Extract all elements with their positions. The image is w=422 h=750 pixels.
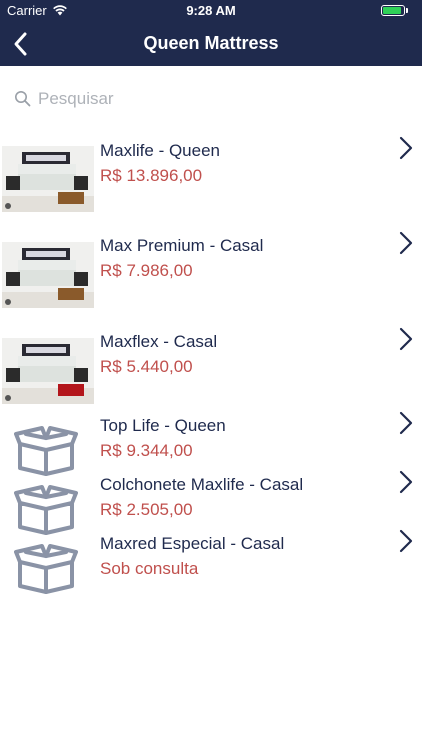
chevron-right-icon[interactable] xyxy=(398,230,414,256)
product-name: Colchonete Maxlife - Casal xyxy=(100,475,304,494)
chevron-right-icon[interactable] xyxy=(398,410,414,436)
product-price: R$ 9.344,00 xyxy=(100,441,193,460)
rug xyxy=(58,192,84,204)
list-item[interactable]: Maxred Especial - Casal Sob consulta xyxy=(0,529,422,594)
product-name: Maxlife - Queen xyxy=(100,141,220,160)
rug xyxy=(58,384,84,396)
battery-cap xyxy=(406,8,408,13)
page-title: Queen Mattress xyxy=(143,33,279,53)
bedroom-photo xyxy=(2,242,94,308)
clock: 9:28 AM xyxy=(186,3,236,18)
list-item[interactable]: Max Premium - Casal R$ 7.986,00 xyxy=(0,222,422,314)
product-price: R$ 7.986,00 xyxy=(100,261,193,280)
battery-icon xyxy=(381,5,405,16)
product-price: R$ 13.896,00 xyxy=(100,166,203,185)
bedroom-photo xyxy=(2,146,94,212)
list-item[interactable]: Maxlife - Queen R$ 13.896,00 xyxy=(0,126,422,218)
product-name: Maxflex - Casal xyxy=(100,332,218,351)
status-bar: Carrier 9:28 AM xyxy=(0,0,422,22)
chevron-right-icon[interactable] xyxy=(398,528,414,554)
rug xyxy=(58,288,84,300)
open-box-icon xyxy=(14,485,78,535)
open-box-icon xyxy=(14,544,78,594)
search-icon xyxy=(15,91,31,107)
product-price: R$ 2.505,00 xyxy=(100,500,193,519)
chevron-right-icon[interactable] xyxy=(398,469,414,495)
product-name: Top Life - Queen xyxy=(100,416,226,435)
list-item[interactable]: Maxflex - Casal R$ 5.440,00 xyxy=(0,318,422,410)
chevron-right-icon[interactable] xyxy=(398,135,414,161)
chevron-right-icon[interactable] xyxy=(398,326,414,352)
open-box-icon xyxy=(14,426,78,476)
product-name: Max Premium - Casal xyxy=(100,236,264,255)
search-bar[interactable] xyxy=(14,86,394,112)
nav-bar: Carrier 9:28 AM Queen Mattress xyxy=(0,0,422,66)
list-item[interactable]: Top Life - Queen R$ 9.344,00 xyxy=(0,411,422,476)
search-input[interactable] xyxy=(38,86,378,112)
product-name: Maxred Especial - Casal xyxy=(100,534,285,553)
list-item[interactable]: Colchonete Maxlife - Casal R$ 2.505,00 xyxy=(0,470,422,535)
product-price: Sob consulta xyxy=(100,559,199,578)
bedroom-photo xyxy=(2,338,94,404)
product-price: R$ 5.440,00 xyxy=(100,357,193,376)
